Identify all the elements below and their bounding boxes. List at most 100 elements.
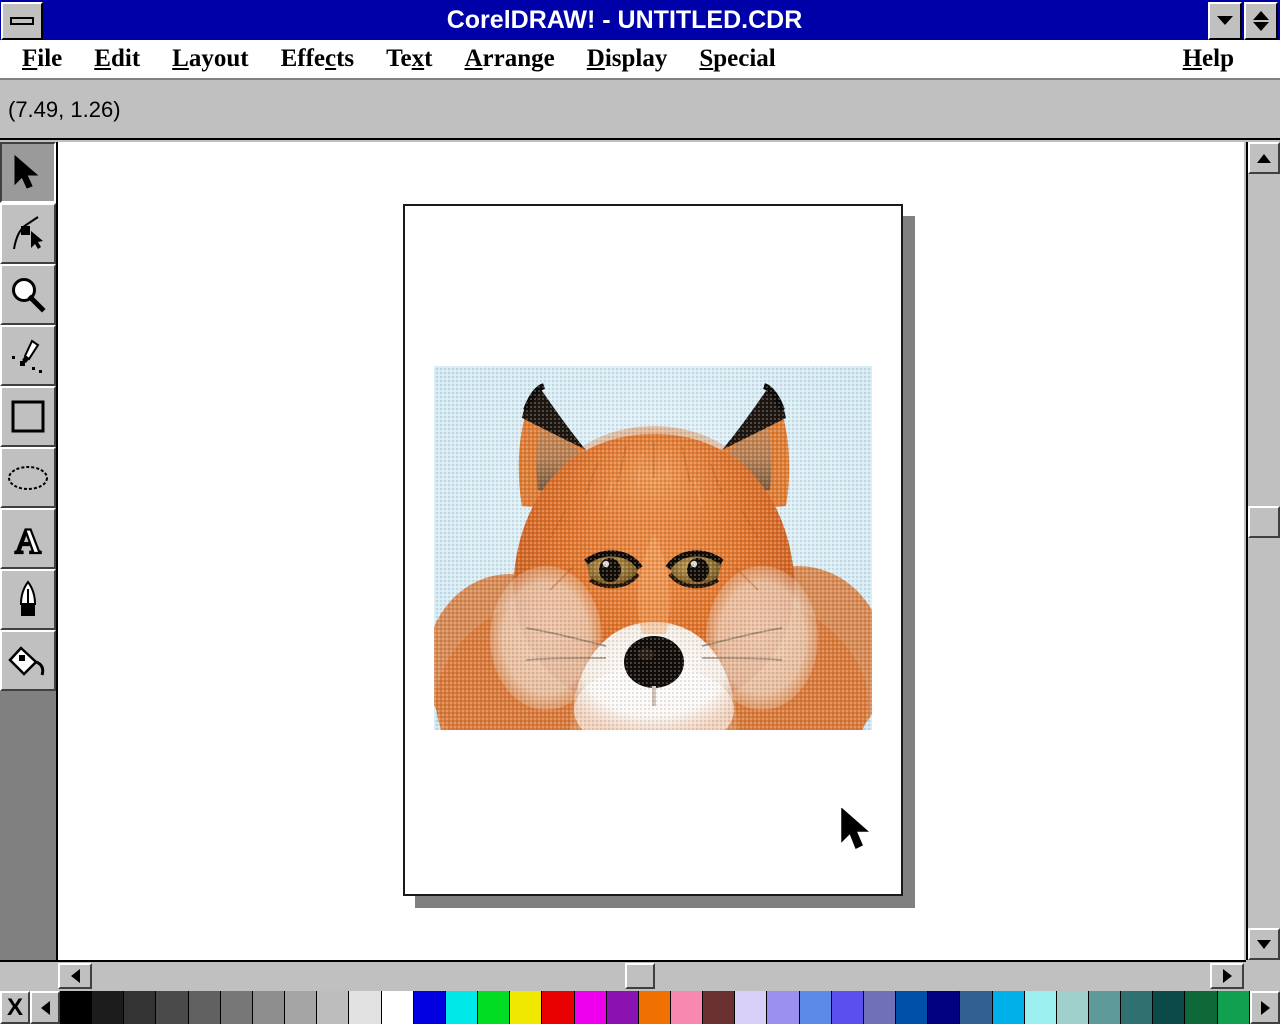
menu-edit[interactable]: Edit (78, 45, 156, 73)
palette-swatch[interactable] (574, 991, 607, 1024)
palette-swatch[interactable] (413, 991, 446, 1024)
menu-special[interactable]: Special (683, 45, 791, 73)
pick-tool[interactable] (0, 142, 56, 203)
scroll-down-icon (1257, 939, 1271, 949)
ellipse-tool-icon (8, 465, 48, 490)
palette-swatch[interactable] (1217, 991, 1250, 1024)
shape-tool-icon (13, 215, 43, 249)
toolbox: A (0, 142, 56, 990)
palette-swatch[interactable] (542, 991, 575, 1024)
menu-effects[interactable]: Effects (265, 45, 371, 73)
palette-swatch[interactable] (799, 991, 832, 1024)
no-fill-button[interactable]: X (0, 991, 30, 1024)
menu-text-pre: Te (386, 45, 412, 72)
palette-swatch[interactable] (960, 991, 993, 1024)
vertical-scroll-thumb[interactable] (1248, 506, 1280, 538)
shape-tool[interactable] (0, 203, 56, 264)
palette-swatch[interactable] (1089, 991, 1122, 1024)
palette-swatch[interactable] (60, 991, 93, 1024)
menu-layout[interactable]: Layout (156, 45, 264, 73)
palette-swatch[interactable] (317, 991, 350, 1024)
status-bar: (7.49, 1.26) (0, 82, 1280, 140)
palette-scroll-left-button[interactable] (30, 991, 60, 1024)
palette-swatch[interactable] (606, 991, 639, 1024)
palette-swatch[interactable] (445, 991, 479, 1024)
palette-swatch[interactable] (349, 991, 382, 1024)
palette-swatch[interactable] (220, 991, 253, 1024)
menu-special-post: pecial (713, 45, 776, 72)
palette-swatch[interactable] (1121, 991, 1154, 1024)
palette-swatch[interactable] (381, 991, 414, 1024)
scroll-left-button[interactable] (58, 963, 92, 989)
outline-tool[interactable] (0, 569, 56, 630)
scroll-up-button[interactable] (1248, 142, 1280, 174)
menu-edit-post: dit (110, 45, 141, 72)
menu-edit-mnemonic: E (94, 45, 111, 72)
palette-swatches[interactable] (60, 991, 1250, 1024)
drawing-canvas[interactable] (56, 142, 1244, 960)
vertical-scroll-track[interactable] (1248, 174, 1280, 928)
horizontal-scrollbar[interactable] (56, 960, 1246, 990)
scroll-left-icon (70, 969, 80, 983)
palette-swatch[interactable] (638, 991, 671, 1024)
minimize-button[interactable] (1208, 1, 1242, 40)
palette-swatch[interactable] (928, 991, 961, 1024)
scroll-down-button[interactable] (1248, 928, 1280, 960)
rectangle-tool[interactable] (0, 386, 56, 447)
palette-swatch[interactable] (124, 991, 157, 1024)
palette-swatch[interactable] (285, 991, 318, 1024)
palette-swatch[interactable] (1153, 991, 1186, 1024)
palette-swatch[interactable] (703, 991, 736, 1024)
cursor-coordinates: (7.49, 1.26) (8, 97, 121, 122)
menu-arrange[interactable]: Arrange (448, 45, 570, 73)
title-bar: CorelDRAW! - UNTITLED.CDR (0, 0, 1280, 40)
menu-help-mnemonic: H (1182, 45, 1203, 72)
palette-swatch[interactable] (831, 991, 864, 1024)
ellipse-tool[interactable] (0, 447, 56, 508)
menu-display[interactable]: Display (571, 45, 684, 73)
palette-swatch[interactable] (478, 991, 511, 1024)
menu-effects-post: ts (336, 45, 355, 72)
fox-photo-image (434, 366, 872, 730)
menu-file[interactable]: File (6, 45, 78, 73)
pencil-tool[interactable] (0, 325, 56, 386)
text-tool[interactable]: A (0, 508, 56, 569)
rectangle-tool-icon (11, 400, 45, 432)
menu-effects-pre: Effe (280, 45, 325, 72)
menu-help[interactable]: Help (1167, 45, 1250, 73)
fill-tool[interactable] (0, 630, 56, 691)
palette-swatch[interactable] (735, 991, 768, 1024)
palette-swatch[interactable] (1185, 991, 1218, 1024)
menu-text[interactable]: Text (370, 45, 448, 73)
menu-effects-mnemonic: c (325, 45, 337, 72)
system-menu-button[interactable] (1, 1, 43, 40)
palette-swatch[interactable] (1056, 991, 1089, 1024)
menu-file-post: ile (37, 45, 63, 72)
zoom-tool[interactable] (0, 264, 56, 325)
color-palette[interactable]: X (0, 991, 1280, 1024)
maximize-restore-icon (1253, 10, 1269, 20)
vertical-scrollbar[interactable] (1246, 142, 1280, 960)
palette-scroll-right-button[interactable] (1250, 991, 1280, 1024)
palette-swatch[interactable] (92, 991, 125, 1024)
system-menu-icon (10, 16, 34, 25)
scroll-right-button[interactable] (1210, 963, 1244, 989)
palette-swatch[interactable] (252, 991, 286, 1024)
palette-swatch[interactable] (188, 991, 221, 1024)
menu-layout-mnemonic: L (172, 45, 189, 72)
svg-text:A: A (15, 521, 41, 558)
palette-swatch[interactable] (1024, 991, 1057, 1024)
palette-swatch[interactable] (992, 991, 1025, 1024)
fox-photo[interactable] (434, 366, 872, 730)
palette-swatch[interactable] (767, 991, 800, 1024)
menu-display-mnemonic: D (586, 45, 605, 72)
palette-swatch[interactable] (156, 991, 189, 1024)
menu-text-mnemonic: x (411, 45, 425, 72)
menu-arrange-mnemonic: A (464, 45, 483, 72)
palette-swatch[interactable] (863, 991, 897, 1024)
palette-swatch[interactable] (670, 991, 704, 1024)
maximize-button[interactable] (1244, 1, 1278, 40)
palette-swatch[interactable] (896, 991, 929, 1024)
horizontal-scroll-thumb[interactable] (625, 963, 655, 989)
palette-swatch[interactable] (510, 991, 543, 1024)
